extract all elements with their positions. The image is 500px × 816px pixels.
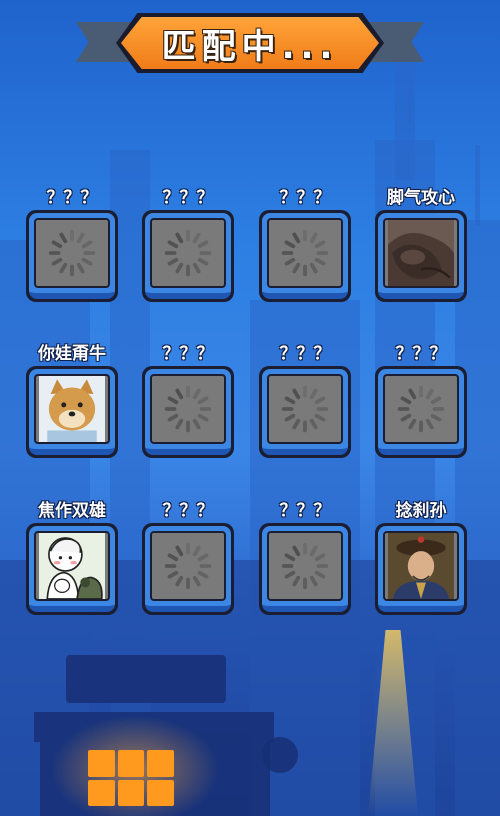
slot-face bbox=[267, 374, 343, 444]
slot-name: ？？？ bbox=[46, 188, 98, 208]
slot-frame bbox=[375, 210, 467, 302]
slot-face bbox=[383, 374, 459, 444]
empty-slot: ？？？ bbox=[24, 186, 120, 302]
slot-name: 焦作双雄 bbox=[38, 501, 106, 521]
cartoon-avatar bbox=[36, 533, 108, 599]
loading-spinner-icon bbox=[397, 385, 445, 433]
slot-frame bbox=[259, 210, 351, 302]
grid-cell bbox=[117, 750, 145, 777]
slot-name: ？？？ bbox=[162, 344, 214, 364]
slot-frame bbox=[142, 366, 234, 458]
slot-face bbox=[34, 531, 110, 601]
slot-face bbox=[150, 374, 226, 444]
slot-face bbox=[383, 531, 459, 601]
slot-name: ？？？ bbox=[162, 188, 214, 208]
loading-spinner-icon bbox=[281, 385, 329, 433]
slot-frame bbox=[26, 523, 118, 615]
slot-frame bbox=[375, 366, 467, 458]
slot-name: 脚气攻心 bbox=[387, 188, 455, 208]
slot-frame bbox=[26, 366, 118, 458]
grid-cell bbox=[117, 779, 145, 806]
slot-frame bbox=[375, 523, 467, 615]
slot-face bbox=[267, 531, 343, 601]
loading-spinner-icon bbox=[164, 385, 212, 433]
grid-cell bbox=[147, 779, 174, 806]
page-title: 匹配中... bbox=[161, 26, 339, 67]
slot-face bbox=[150, 218, 226, 288]
title-banner: 匹配中... bbox=[121, 17, 379, 69]
loading-spinner-icon bbox=[48, 229, 96, 277]
slot-face bbox=[150, 531, 226, 601]
player-slot: 你娃甭牛 bbox=[24, 342, 120, 458]
player-slot: 脚气攻心 bbox=[373, 186, 469, 302]
slot-name: ？？？ bbox=[395, 344, 447, 364]
loading-spinner-icon bbox=[164, 229, 212, 277]
dog-avatar bbox=[36, 376, 108, 442]
empty-slot: ？？？ bbox=[257, 186, 353, 302]
slot-frame bbox=[259, 366, 351, 458]
grid-cell bbox=[147, 750, 174, 777]
grid-cell bbox=[88, 779, 115, 806]
loading-spinner-icon bbox=[281, 229, 329, 277]
slot-frame bbox=[142, 523, 234, 615]
loading-spinner-icon bbox=[281, 542, 329, 590]
player-slot: 焦作双雄 bbox=[24, 499, 120, 615]
empty-slot: ？？？ bbox=[140, 499, 236, 615]
slot-frame bbox=[26, 210, 118, 302]
player-slot: 捻刹孙 bbox=[373, 499, 469, 615]
empty-slot: ？？？ bbox=[140, 342, 236, 458]
empty-slot: ？？？ bbox=[373, 342, 469, 458]
slot-name: ？？？ bbox=[162, 501, 214, 521]
slot-name: ？？？ bbox=[279, 188, 331, 208]
loading-spinner-icon bbox=[164, 542, 212, 590]
slot-face bbox=[383, 218, 459, 288]
slot-face bbox=[267, 218, 343, 288]
hand-avatar bbox=[385, 220, 457, 286]
grid-cell bbox=[88, 750, 115, 777]
slot-frame bbox=[259, 523, 351, 615]
slot-frame bbox=[142, 210, 234, 302]
slot-name: 捻刹孙 bbox=[395, 501, 447, 521]
slot-name: 你娃甭牛 bbox=[38, 344, 106, 364]
slot-name: ？？？ bbox=[279, 344, 331, 364]
official-avatar bbox=[385, 533, 457, 599]
empty-slot: ？？？ bbox=[140, 186, 236, 302]
slot-face bbox=[34, 374, 110, 444]
empty-slot: ？？？ bbox=[257, 499, 353, 615]
grid-menu-icon[interactable] bbox=[88, 750, 174, 806]
empty-slot: ？？？ bbox=[257, 342, 353, 458]
slot-name: ？？？ bbox=[279, 501, 331, 521]
slot-face bbox=[34, 218, 110, 288]
